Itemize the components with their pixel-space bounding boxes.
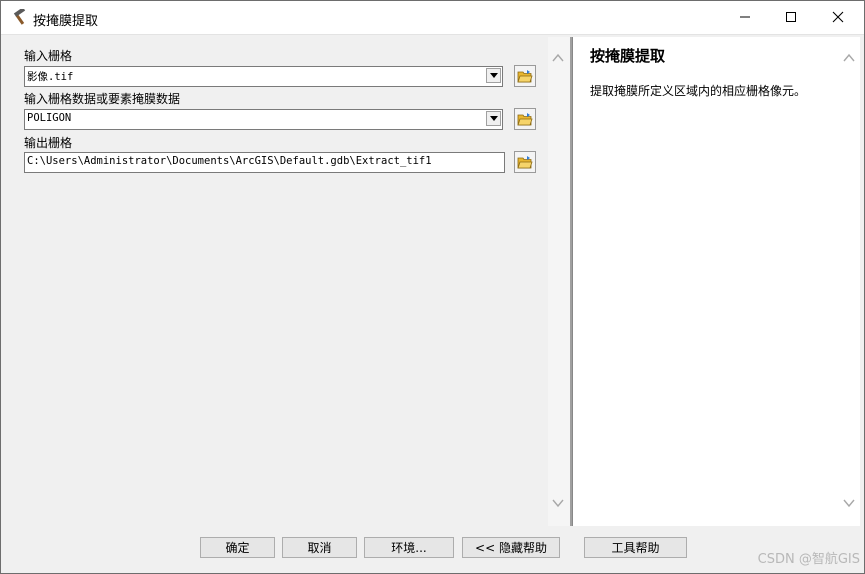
maximize-icon xyxy=(786,12,796,22)
title-bar[interactable]: 按掩膜提取 xyxy=(1,1,864,35)
scroll-up-icon[interactable] xyxy=(843,53,855,62)
input-raster-value: 影像.tif xyxy=(27,71,74,83)
open-folder-icon xyxy=(517,156,533,169)
scroll-down-icon[interactable] xyxy=(552,499,564,508)
tool-help-button[interactable]: 工具帮助 xyxy=(584,537,687,558)
input-raster-browse-button[interactable] xyxy=(514,65,536,87)
help-pane: 按掩膜提取 提取掩膜所定义区域内的相应栅格像元。 xyxy=(572,37,860,526)
tool-dialog-window: 按掩膜提取 输入栅格 影像.tif 输入栅格数据或要素掩膜数据 POLIGON … xyxy=(0,0,865,574)
help-title: 按掩膜提取 xyxy=(590,47,666,65)
parameters-pane: 输入栅格 影像.tif 输入栅格数据或要素掩膜数据 POLIGON 输出栅格 C… xyxy=(4,37,572,526)
input-raster-combo[interactable]: 影像.tif xyxy=(24,66,503,87)
watermark: CSDN @智航GIS xyxy=(757,552,860,567)
chevron-down-icon[interactable] xyxy=(486,111,501,126)
mask-data-label: 输入栅格数据或要素掩膜数据 xyxy=(24,92,181,106)
help-description: 提取掩膜所定义区域内的相应栅格像元。 xyxy=(590,84,807,98)
close-button[interactable] xyxy=(815,1,861,33)
input-raster-label: 输入栅格 xyxy=(24,49,73,63)
cancel-button[interactable]: 取消 xyxy=(282,537,357,558)
close-icon xyxy=(832,11,844,23)
scroll-up-icon[interactable] xyxy=(552,53,564,62)
mask-data-browse-button[interactable] xyxy=(514,108,536,130)
button-bar: 确定 取消 环境... << 隐藏帮助 工具帮助 xyxy=(1,529,864,573)
minimize-icon xyxy=(740,16,750,18)
environments-button[interactable]: 环境... xyxy=(364,537,454,558)
parameters-scrollbar[interactable] xyxy=(548,37,570,526)
hammer-icon xyxy=(11,7,29,25)
output-raster-field[interactable]: C:\Users\Administrator\Documents\ArcGIS\… xyxy=(24,152,505,173)
minimize-button[interactable] xyxy=(722,1,768,33)
open-folder-icon xyxy=(517,70,533,83)
mask-data-value: POLIGON xyxy=(27,112,72,124)
hide-help-button[interactable]: << 隐藏帮助 xyxy=(462,537,560,558)
chevron-down-icon[interactable] xyxy=(486,68,501,83)
scroll-down-icon[interactable] xyxy=(843,499,855,508)
output-raster-label: 输出栅格 xyxy=(24,136,73,150)
window-title: 按掩膜提取 xyxy=(33,14,99,29)
maximize-button[interactable] xyxy=(768,1,814,33)
output-raster-value: C:\Users\Administrator\Documents\ArcGIS\… xyxy=(27,155,432,167)
output-raster-browse-button[interactable] xyxy=(514,151,536,173)
mask-data-combo[interactable]: POLIGON xyxy=(24,109,503,130)
open-folder-icon xyxy=(517,113,533,126)
ok-button[interactable]: 确定 xyxy=(200,537,275,558)
